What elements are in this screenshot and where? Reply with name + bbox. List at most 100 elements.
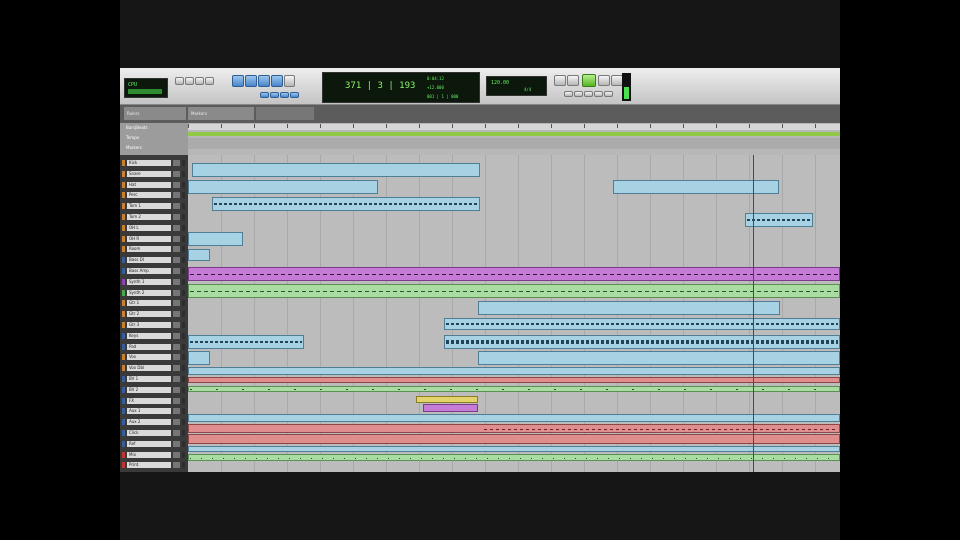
start-button[interactable]: [594, 91, 603, 97]
track-header[interactable]: Tom 1: [120, 202, 188, 210]
link-track-button[interactable]: [280, 92, 289, 98]
trim-tool-button[interactable]: [232, 75, 244, 87]
audio-clip[interactable]: [212, 197, 480, 211]
track-name[interactable]: Perc: [127, 192, 171, 199]
track-view-button[interactable]: [173, 430, 180, 436]
track-header[interactable]: Kick: [120, 159, 188, 167]
track-view-button[interactable]: [173, 322, 180, 328]
ruler-tab-empty[interactable]: [256, 107, 314, 120]
audio-clip[interactable]: [188, 249, 210, 261]
track-view-button[interactable]: [173, 376, 180, 382]
track-name[interactable]: Gtr 3: [127, 322, 171, 328]
track-name[interactable]: Tom 1: [127, 203, 171, 210]
track-name[interactable]: Print: [127, 462, 171, 469]
audio-clip[interactable]: [613, 180, 779, 194]
ruler-tab-rulers[interactable]: Rulers: [124, 107, 186, 120]
track-name[interactable]: Ref: [127, 440, 171, 447]
track-view-button[interactable]: [173, 300, 180, 307]
track-view-button[interactable]: [173, 311, 180, 318]
track-name[interactable]: OH R: [127, 235, 171, 242]
track-header[interactable]: Mix: [120, 451, 188, 459]
grabber-tool-button[interactable]: [258, 75, 270, 87]
audio-clip[interactable]: [444, 335, 840, 349]
track-view-button[interactable]: [173, 408, 180, 415]
track-header[interactable]: Gtr 1: [120, 299, 188, 307]
audio-clip[interactable]: [188, 454, 840, 461]
track-name[interactable]: OH L: [127, 224, 171, 231]
track-view-button[interactable]: [173, 268, 180, 274]
track-header[interactable]: Ref: [120, 440, 188, 448]
midi-clip[interactable]: [188, 284, 840, 298]
selector-tool-button[interactable]: [245, 75, 257, 87]
smart-tool-button[interactable]: [271, 75, 283, 87]
track-header[interactable]: Pad: [120, 343, 188, 351]
track-header[interactable]: OH R: [120, 235, 188, 243]
track-name[interactable]: Click: [127, 430, 171, 436]
insertion-follows-playback-button[interactable]: [290, 92, 299, 98]
audio-clip[interactable]: [188, 180, 378, 194]
audio-clip[interactable]: [444, 318, 840, 330]
play-button[interactable]: [582, 74, 596, 87]
track-header[interactable]: Click: [120, 429, 188, 437]
track-view-button[interactable]: [173, 192, 180, 199]
track-name[interactable]: Hat: [127, 181, 171, 188]
track-view-button[interactable]: [173, 343, 180, 350]
track-view-button[interactable]: [173, 365, 180, 372]
track-view-button[interactable]: [173, 440, 180, 447]
track-view-button[interactable]: [173, 257, 180, 264]
track-header[interactable]: Aux 1: [120, 407, 188, 415]
rewind-button[interactable]: [567, 75, 579, 86]
track-header[interactable]: OH L: [120, 224, 188, 232]
track-header[interactable]: Perc: [120, 191, 188, 199]
track-header[interactable]: Synth 1: [120, 278, 188, 286]
track-view-button[interactable]: [173, 332, 180, 339]
track-view-button[interactable]: [173, 397, 180, 404]
track-header[interactable]: Bass Amp: [120, 267, 188, 275]
track-name[interactable]: Aux 2: [127, 419, 171, 426]
track-name[interactable]: Tom 2: [127, 214, 171, 220]
track-view-button[interactable]: [173, 203, 180, 210]
audio-clip[interactable]: [188, 446, 840, 452]
track-view-button[interactable]: [173, 289, 180, 296]
tempo-ruler[interactable]: [188, 132, 840, 136]
track-view-button[interactable]: [173, 214, 180, 220]
track-name[interactable]: Synth 2: [127, 289, 171, 296]
bars-beats-ruler[interactable]: [188, 124, 840, 130]
track-header[interactable]: Hat: [120, 181, 188, 189]
track-header[interactable]: Keys: [120, 332, 188, 340]
track-view-button[interactable]: [173, 224, 180, 231]
audio-clip[interactable]: [416, 396, 478, 403]
track-header[interactable]: Gtr 2: [120, 310, 188, 318]
track-view-button[interactable]: [173, 419, 180, 426]
link-timeline-button[interactable]: [270, 92, 279, 98]
track-name[interactable]: Synth 1: [127, 278, 171, 285]
pencil-tool-button[interactable]: [284, 75, 295, 87]
track-name[interactable]: Keys: [127, 332, 171, 339]
audio-clip[interactable]: [188, 434, 840, 444]
track-view-button[interactable]: [173, 278, 180, 285]
online-button[interactable]: [554, 75, 566, 86]
audio-clip[interactable]: [192, 163, 480, 177]
track-name[interactable]: Bass Amp: [127, 268, 171, 274]
track-name[interactable]: Snare: [127, 170, 171, 177]
track-name[interactable]: Bass DI: [127, 257, 171, 264]
markers-ruler[interactable]: [188, 138, 840, 149]
track-view-button[interactable]: [173, 354, 180, 361]
track-name[interactable]: Kick: [127, 160, 171, 166]
track-view-button[interactable]: [173, 462, 180, 469]
main-counter[interactable]: 371 | 3 | 193 0:04:12 +12.000 001 | 1 | …: [322, 72, 480, 103]
post-roll-button[interactable]: [574, 91, 583, 97]
track-view-button[interactable]: [173, 235, 180, 242]
track-header[interactable]: Tom 2: [120, 213, 188, 221]
track-header[interactable]: BV 2: [120, 386, 188, 394]
audio-clip[interactable]: [188, 351, 210, 365]
track-header[interactable]: Snare: [120, 170, 188, 178]
track-header[interactable]: Synth 2: [120, 289, 188, 297]
track-header[interactable]: BV 1: [120, 375, 188, 383]
edit-mode-shuffle-button[interactable]: [175, 77, 184, 85]
audio-clip[interactable]: [188, 367, 840, 375]
edit-mode-spot-button[interactable]: [195, 77, 204, 85]
track-header[interactable]: Vox Dbl: [120, 364, 188, 372]
track-view-button[interactable]: [173, 181, 180, 188]
edit-timeline[interactable]: [188, 155, 840, 472]
